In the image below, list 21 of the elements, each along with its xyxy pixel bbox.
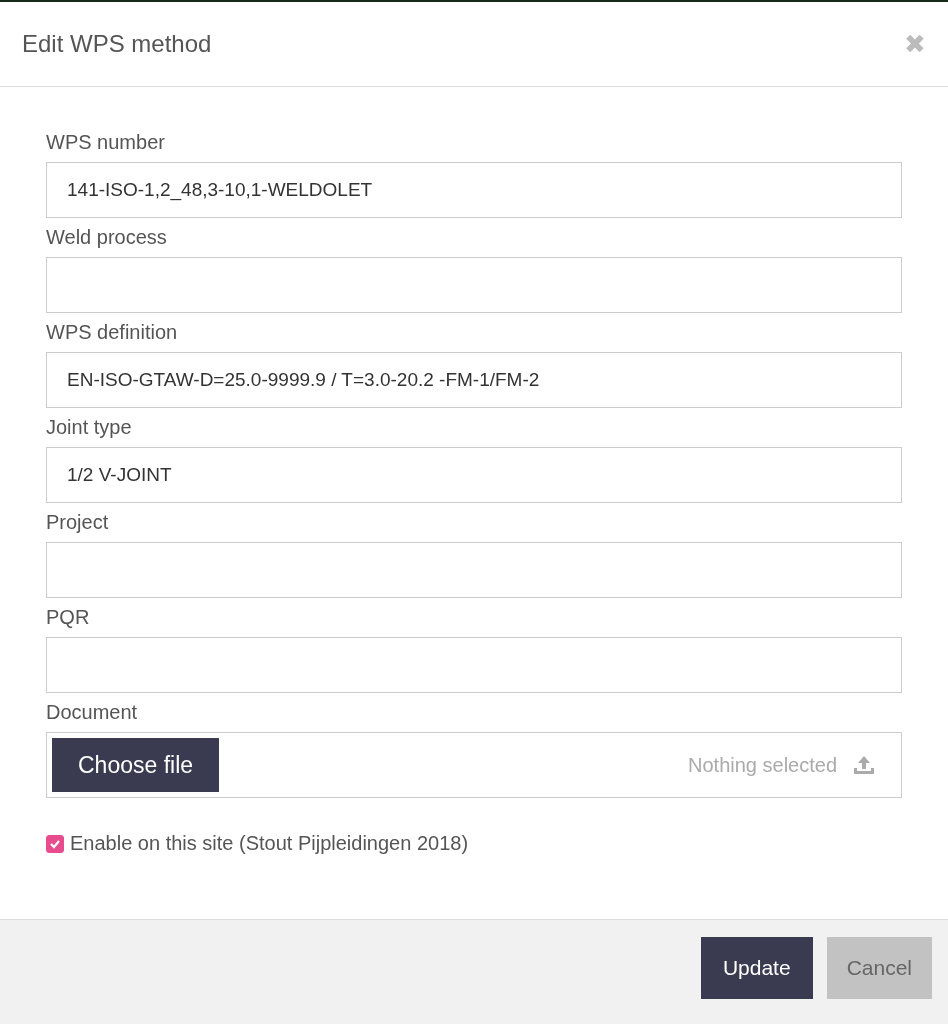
checkbox[interactable] — [46, 834, 64, 853]
choose-file-button[interactable]: Choose file — [52, 738, 220, 792]
dialog-title: Edit WPS method — [22, 30, 212, 58]
input-field[interactable]: 141-ISO-1,2_48,3-10,1-WELDOLET — [46, 162, 902, 218]
input-field[interactable] — [46, 542, 902, 598]
upload-icon — [853, 755, 875, 775]
input-field[interactable]: EN-ISO-GTAW-D=25.0-9999.9 / T=3.0-20.2 -FM-1/FM-2 — [46, 352, 902, 408]
checkbox-label: Enable on this site (Stout Pijpleidingen 2018) — [70, 832, 469, 855]
input-field[interactable] — [46, 257, 902, 313]
field-label: Joint type — [46, 416, 132, 439]
file-status: Nothing selected — [688, 753, 837, 777]
field-label: WPS number — [46, 131, 165, 154]
input-field[interactable] — [46, 637, 902, 693]
field-label: PQR — [46, 606, 90, 629]
field-label: Project — [46, 511, 109, 534]
update-button[interactable]: Update — [700, 937, 813, 999]
input-field[interactable]: 1/2 V-JOINT — [46, 447, 902, 503]
file-field[interactable]: Choose file Nothing selected — [46, 732, 902, 798]
field-label: WPS definition — [46, 321, 178, 344]
field-label: Weld process — [46, 226, 167, 249]
field-label: Document — [46, 701, 138, 724]
